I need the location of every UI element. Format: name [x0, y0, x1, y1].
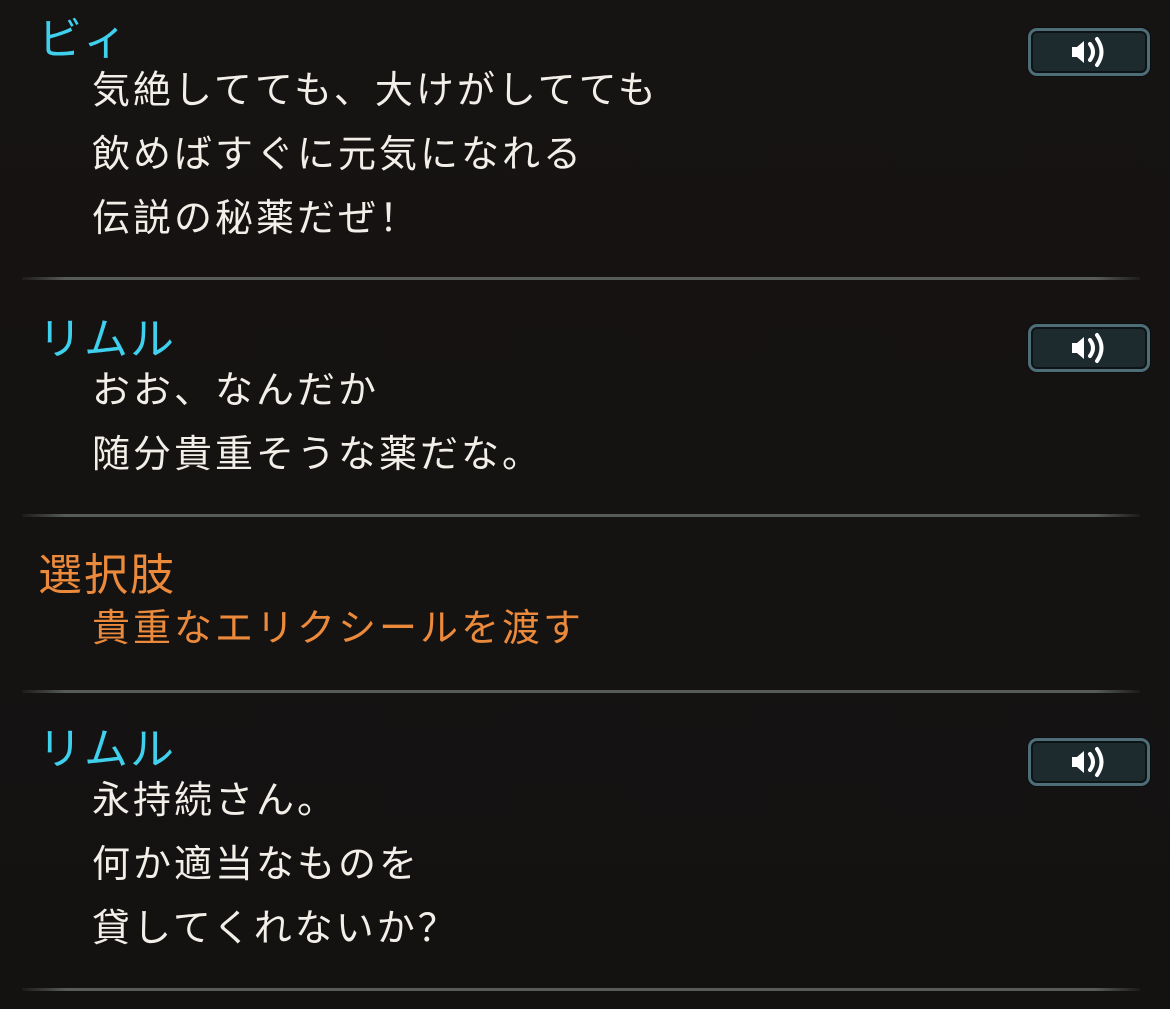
choice-label: 選択肢: [38, 550, 176, 601]
dialogue-text: 気絶してても、大けがしてても 飲めばすぐに元気になれる 伝説の秘薬だぜ！: [92, 58, 659, 250]
entry-divider: [22, 690, 1140, 693]
dialogue-line: おお、なんだか: [92, 368, 380, 412]
entry-divider: [22, 514, 1140, 517]
voice-replay-button[interactable]: [1028, 324, 1150, 372]
speaker-sound-icon: [1072, 37, 1104, 67]
choice-text: 貴重なエリクシールを渡す: [92, 596, 584, 660]
entry-divider: [22, 988, 1140, 991]
dialogue-text: 永持続さん。 何か適当なものを 貸してくれないか？: [92, 768, 459, 960]
entry-divider: [22, 277, 1140, 280]
voice-replay-button[interactable]: [1028, 738, 1150, 786]
dialogue-line: 伝説の秘薬だぜ！: [92, 196, 421, 240]
speaker-sound-icon: [1072, 747, 1104, 777]
dialogue-line: 貸してくれないか？: [92, 906, 459, 950]
dialogue-line: 永持続さん。: [92, 778, 339, 822]
dialogue-line: 飲めばすぐに元気になれる: [92, 132, 585, 176]
voice-replay-button[interactable]: [1028, 28, 1150, 76]
dialogue-text: おお、なんだか 随分貴重そうな薬だな。: [92, 358, 543, 486]
dialogue-line: 何か適当なものを: [92, 842, 421, 886]
dialogue-line: 随分貴重そうな薬だな。: [92, 432, 544, 476]
choice-line: 貴重なエリクシールを渡す: [92, 606, 585, 650]
backlog-panel: ビィ 気絶してても、大けがしてても 飲めばすぐに元気になれる 伝説の秘薬だぜ！ …: [0, 0, 1170, 1009]
dialogue-line: 気絶してても、大けがしてても: [92, 68, 659, 112]
speaker-sound-icon: [1072, 333, 1104, 363]
